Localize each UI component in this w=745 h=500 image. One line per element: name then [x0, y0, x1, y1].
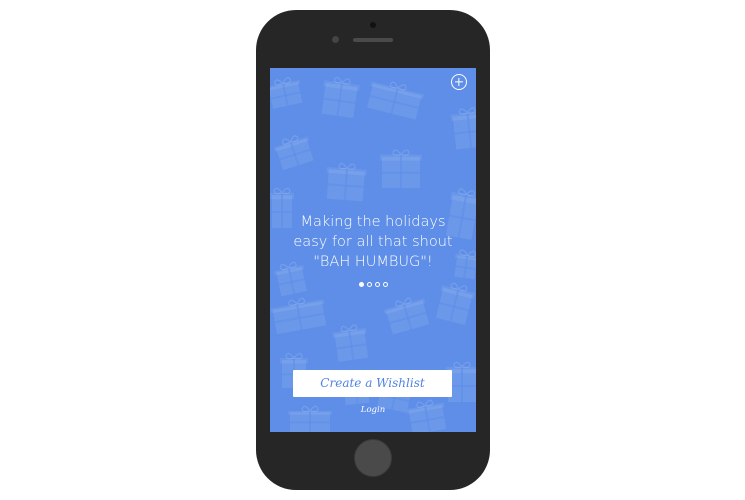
login-link[interactable]: Login	[270, 405, 476, 415]
gift-box-icon	[326, 162, 367, 202]
home-button[interactable]	[354, 439, 392, 477]
app-screen: Making the holidays easy for all that sh…	[270, 68, 476, 432]
add-icon[interactable]	[451, 74, 467, 90]
gift-box-icon	[321, 76, 360, 119]
front-camera	[332, 36, 339, 43]
gift-box-icon	[450, 107, 476, 150]
gift-box-icon	[383, 297, 430, 335]
gift-box-icon	[367, 81, 424, 120]
gift-box-icon	[435, 282, 475, 326]
carousel-dot[interactable]	[374, 282, 380, 287]
carousel-dot[interactable]	[366, 282, 372, 287]
tagline-line: "BAH HUMBUG"!	[313, 254, 433, 270]
onboarding-tagline: Making the holidays easy for all that sh…	[278, 212, 468, 272]
gift-box-icon	[380, 149, 422, 188]
gift-box-icon	[332, 324, 369, 362]
phone-frame: Making the holidays easy for all that sh…	[256, 10, 490, 490]
gift-box-icon	[270, 77, 303, 109]
gift-box-icon	[270, 297, 327, 335]
carousel-dot[interactable]	[358, 282, 364, 287]
camera-lens	[370, 22, 376, 28]
gift-box-icon	[273, 135, 314, 171]
carousel-indicator	[270, 282, 476, 287]
tagline-line: easy for all that shout	[293, 234, 453, 250]
carousel-dot[interactable]	[382, 282, 388, 287]
tagline-line: Making the holidays	[300, 214, 446, 230]
earpiece-speaker	[353, 38, 393, 42]
create-wishlist-button[interactable]: Create a Wishlist	[293, 370, 452, 397]
